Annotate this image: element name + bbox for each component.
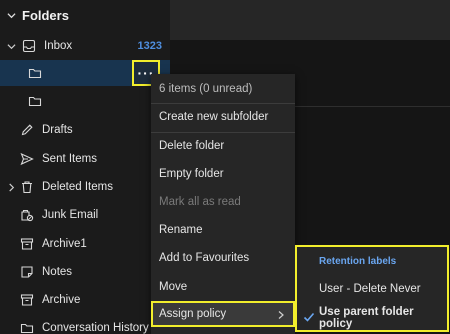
folder-item-sent[interactable]: Sent Items [0,146,170,172]
chevron-right-icon [277,310,285,319]
submenu-item-label: Use parent folder policy [319,306,414,330]
folder-item-count-status: 6 items (0 unread) [159,83,253,95]
unread-count-badge: 1323 [137,40,162,52]
junk-icon [20,208,34,222]
folder-label: Archive [42,294,81,306]
folders-title: Folders [22,8,69,23]
menu-item-delete-folder[interactable]: Delete folder [151,133,295,159]
note-icon [20,265,34,279]
send-icon [20,152,34,166]
chevron-down-icon[interactable] [6,41,16,51]
folder-icon [20,321,34,334]
submenu-item-user-delete-never[interactable]: User - Delete Never [297,277,447,301]
menu-item-empty-folder[interactable]: Empty folder [151,161,295,187]
subfolder-item[interactable] [0,88,170,114]
chevron-down-icon [6,11,16,21]
folder-label: Conversation History [42,322,149,334]
folder-item-deleted[interactable]: Deleted Items [0,174,170,200]
folder-icon [28,94,42,108]
folder-label: Notes [42,266,73,278]
folders-header[interactable]: Folders [6,8,69,23]
pencil-icon [20,123,34,137]
retention-labels-submenu: Retention labels User - Delete Never Use… [295,245,449,332]
folder-label: Junk Email [42,209,99,221]
folder-item-inbox[interactable]: Inbox 1323 [0,33,170,59]
folder-item-archive1[interactable]: Archive1 [0,231,170,257]
submenu-header: Retention labels [319,256,397,267]
folder-icon [28,66,42,80]
archive-icon [20,293,34,307]
menu-item-rename[interactable]: Rename [151,217,295,243]
folder-item-archive[interactable]: Archive [0,287,170,313]
folder-item-drafts[interactable]: Drafts [0,117,170,143]
folder-label: Sent Items [42,153,97,165]
inbox-icon [22,39,36,53]
submenu-item-use-parent-policy[interactable]: Use parent folder policy [297,306,447,330]
folder-label: Deleted Items [42,181,113,193]
folder-context-menu: 6 items (0 unread) Create new subfolder … [151,74,295,334]
archive-icon [20,237,34,251]
menu-item-add-to-favourites[interactable]: Add to Favourites [151,245,295,271]
menu-item-assign-policy[interactable]: Assign policy [151,301,295,327]
folder-label: Archive1 [42,238,87,250]
folder-item-notes[interactable]: Notes [0,259,170,285]
chevron-right-icon[interactable] [6,182,16,192]
folder-label: Drafts [42,124,73,136]
menu-item-move[interactable]: Move [151,274,295,300]
folder-item-junk[interactable]: Junk Email [0,202,170,228]
menu-item-mark-all-read: Mark all as read [159,196,241,208]
checkmark-icon [303,311,315,323]
menu-item-label: Assign policy [159,308,227,320]
reading-pane-header [170,0,450,40]
folder-label: Inbox [44,40,73,52]
menu-item-create-subfolder[interactable]: Create new subfolder [151,104,295,130]
trash-icon [20,180,34,194]
folder-pane: Folders Inbox 1323 Drafts Sent Items Del… [0,0,170,334]
folder-item-conversation-history[interactable]: Conversation History [0,315,170,334]
